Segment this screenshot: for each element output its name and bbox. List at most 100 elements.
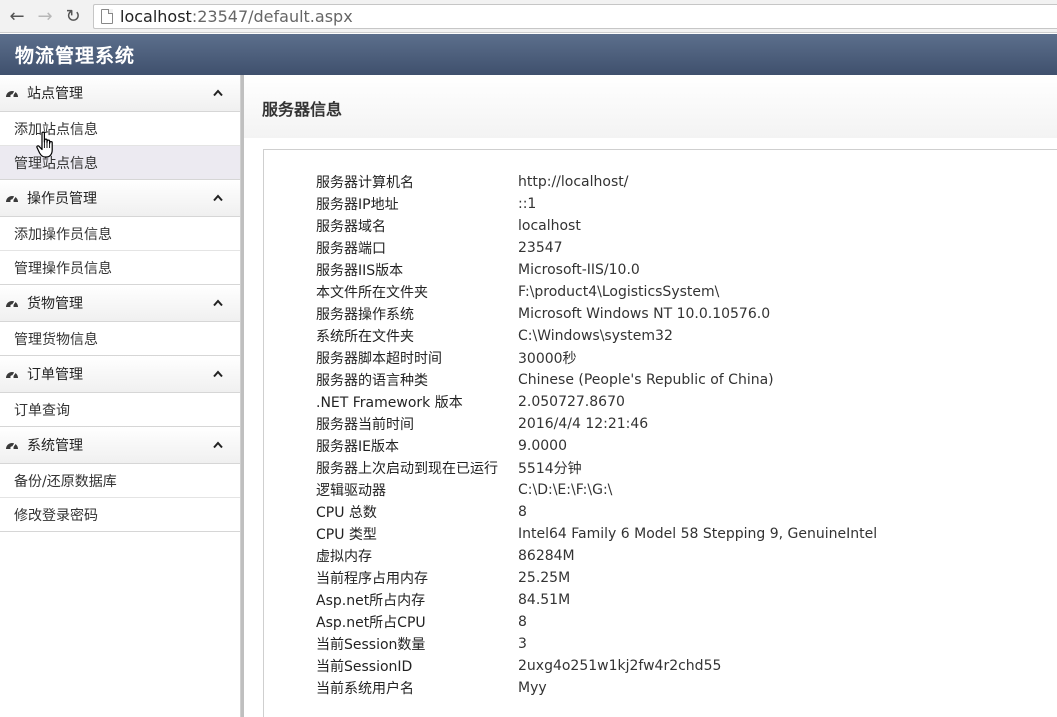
table-row: 服务器上次启动到现在已运行 5514分钟	[316, 457, 877, 479]
sidebar-group-system[interactable]: 系统管理	[0, 427, 240, 464]
sidebar-group-operator[interactable]: 操作员管理	[0, 180, 240, 217]
info-key: 当前SessionID	[316, 659, 413, 675]
info-value: 23547	[518, 240, 563, 256]
forward-button[interactable]: →	[34, 5, 56, 27]
table-row: Asp.net所占CPU 8	[316, 611, 877, 633]
address-bar[interactable]: localhost:23547/default.aspx	[93, 4, 1057, 29]
table-row: CPU 类型 Intel64 Family 6 Model 58 Stepping…	[316, 523, 877, 545]
sidebar-group-goods[interactable]: 货物管理	[0, 285, 240, 322]
page-title: 服务器信息	[262, 100, 343, 119]
info-key: 服务器当前时间	[316, 417, 414, 433]
main-panel: 服务器信息 服务器计算机名 http://localhost/服务器IP地址::1…	[244, 75, 1057, 717]
dashboard-icon	[4, 297, 20, 309]
chevron-up-icon[interactable]	[212, 87, 224, 99]
sidebar-item-backup-restore[interactable]: 备份/还原数据库	[0, 464, 240, 498]
info-value: 86284M	[518, 548, 575, 564]
info-key: 服务器端口	[316, 241, 386, 257]
table-row: 服务器脚本超时时间 30000秒	[316, 347, 877, 369]
info-key: CPU 类型	[316, 527, 377, 543]
table-row: 服务器IIS版本 Microsoft-IIS/10.0	[316, 259, 877, 281]
page-icon	[101, 9, 113, 24]
dashboard-icon	[4, 87, 20, 99]
table-row: 当前系统用户名 Myy	[316, 677, 877, 699]
table-row: 逻辑驱动器 C:\D:\E:\F:\G:\	[316, 479, 877, 501]
info-key: 当前Session数量	[316, 637, 426, 653]
url-text[interactable]: localhost:23547/default.aspx	[120, 7, 353, 26]
sidebar-item-manage-goods[interactable]: 管理货物信息	[0, 322, 240, 356]
sidebar-item-manage-operator[interactable]: 管理操作员信息	[0, 251, 240, 285]
panel-header: 服务器信息	[244, 75, 1057, 138]
info-key: 服务器计算机名	[316, 175, 414, 191]
app-header: 物流管理系统	[0, 34, 1057, 75]
sidebar-group-site[interactable]: 站点管理	[0, 75, 240, 112]
sidebar-group-orders[interactable]: 订单管理	[0, 356, 240, 393]
browser-toolbar: ← → ↻ localhost:23547/default.aspx	[0, 0, 1057, 33]
table-row: Asp.net所占内存 84.51M	[316, 589, 877, 611]
info-key: Asp.net所占内存	[316, 593, 426, 609]
hand-cursor-icon	[36, 131, 53, 158]
info-value: C:\D:\E:\F:\G:\	[518, 482, 613, 498]
info-value: 25.25M	[518, 570, 571, 586]
info-key: 服务器上次启动到现在已运行	[316, 461, 498, 477]
info-key: 服务器域名	[316, 219, 386, 235]
info-value: 84.51M	[518, 592, 571, 608]
dashboard-icon	[4, 192, 20, 204]
table-row: 当前程序占用内存 25.25M	[316, 567, 877, 589]
info-value: 8	[518, 614, 527, 630]
info-key: 本文件所在文件夹	[316, 285, 428, 301]
info-key: 当前系统用户名	[316, 681, 414, 697]
info-value: 5514分钟	[518, 461, 582, 477]
info-value: 9.0000	[518, 438, 567, 454]
chevron-up-icon[interactable]	[212, 192, 224, 204]
info-key: 虚拟内存	[316, 549, 372, 565]
info-value: 2uxg4o251w1kj2fw4r2chd55	[518, 658, 722, 674]
url-host: localhost	[120, 7, 192, 26]
sidebar-group-label: 操作员管理	[27, 191, 97, 207]
dashboard-icon	[4, 368, 20, 380]
info-value: 2016/4/4 12:21:46	[518, 416, 649, 432]
info-key: 服务器操作系统	[316, 307, 414, 323]
table-row: 服务器IP地址::1	[316, 193, 877, 215]
chevron-up-icon[interactable]	[212, 439, 224, 451]
dashboard-icon	[4, 439, 20, 451]
info-value: ::1	[518, 196, 537, 212]
sidebar-item-change-password[interactable]: 修改登录密码	[0, 498, 240, 532]
sidebar-group-label: 货物管理	[27, 296, 83, 312]
info-value: 30000秒	[518, 351, 577, 367]
info-value: Microsoft Windows NT 10.0.10576.0	[518, 306, 771, 322]
chevron-up-icon[interactable]	[212, 297, 224, 309]
table-row: 当前SessionID 2uxg4o251w1kj2fw4r2chd55	[316, 655, 877, 677]
info-value: C:\Windows\system32	[518, 328, 673, 344]
sidebar-item-order-query[interactable]: 订单查询	[0, 393, 240, 427]
reload-button[interactable]: ↻	[62, 5, 84, 27]
server-info-table: 服务器计算机名 http://localhost/服务器IP地址::1服务器域名 l…	[316, 171, 877, 699]
table-row: CPU 总数 8	[316, 501, 877, 523]
info-key: 服务器IE版本	[316, 439, 399, 455]
info-key: CPU 总数	[316, 505, 377, 521]
table-row: 虚拟内存 86284M	[316, 545, 877, 567]
url-path: :23547/default.aspx	[191, 7, 353, 26]
table-row: 服务器计算机名 http://localhost/	[316, 171, 877, 193]
info-value: Chinese (People's Republic of China)	[518, 372, 774, 388]
info-value: Microsoft-IIS/10.0	[518, 262, 640, 278]
info-key: 服务器的语言种类	[316, 373, 428, 389]
sidebar-item-add-operator[interactable]: 添加操作员信息	[0, 217, 240, 251]
back-button[interactable]: ←	[6, 5, 28, 27]
table-row: 当前Session数量 3	[316, 633, 877, 655]
table-row: 服务器当前时间 2016/4/4 12:21:46	[316, 413, 877, 435]
info-key: 服务器脚本超时时间	[316, 351, 442, 367]
sidebar-group-label: 站点管理	[27, 86, 83, 102]
sidebar-group-label: 订单管理	[27, 367, 83, 383]
info-key: 当前程序占用内存	[316, 571, 428, 587]
info-value: 3	[518, 636, 527, 652]
info-value: localhost	[518, 218, 581, 234]
info-value: Myy	[518, 680, 547, 696]
table-row: 服务器的语言种类 Chinese (People's Republic of Ch…	[316, 369, 877, 391]
info-key: 系统所在文件夹	[316, 329, 414, 345]
info-key: 逻辑驱动器	[316, 483, 386, 499]
server-info-rows: 服务器计算机名 http://localhost/服务器IP地址::1服务器域名 l…	[316, 171, 877, 699]
info-key: .NET Framework 版本	[316, 395, 463, 411]
info-value: Intel64 Family 6 Model 58 Stepping 9, Ge…	[518, 526, 878, 542]
info-value: F:\product4\LogisticsSystem\	[518, 284, 720, 300]
chevron-up-icon[interactable]	[212, 368, 224, 380]
